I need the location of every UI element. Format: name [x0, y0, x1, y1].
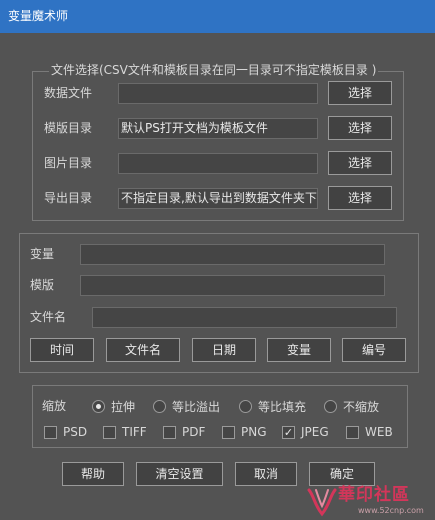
checkbox-icon [103, 425, 116, 439]
format-checkbox-tiff[interactable]: TIFF [103, 423, 147, 441]
scale-option-none[interactable]: 不缩放 [324, 397, 379, 415]
scale-option-fit[interactable]: 等比填充 [239, 397, 306, 415]
checkbox-icon [222, 425, 235, 439]
watermark-title: 華印社區 [338, 485, 410, 505]
variable-input[interactable] [80, 244, 385, 265]
format-checkbox-web[interactable]: WEB [346, 423, 393, 441]
image-dir-input[interactable] [118, 153, 318, 174]
data-file-select-button[interactable]: 选择 [328, 81, 392, 105]
data-file-label: 数据文件 [44, 86, 93, 100]
template-input[interactable] [80, 275, 385, 296]
checkbox-icon [44, 425, 57, 439]
ok-button[interactable]: 确定 [309, 462, 375, 486]
checkbox-checked-icon [282, 425, 295, 439]
format-label: PDF [182, 425, 206, 439]
checkbox-icon [346, 425, 359, 439]
watermark-url: www.52cnp.com [358, 506, 424, 515]
export-dir-select-button[interactable]: 选择 [328, 186, 392, 210]
format-checkbox-jpeg[interactable]: JPEG [282, 423, 329, 441]
template-dir-select-button[interactable]: 选择 [328, 116, 392, 140]
format-checkbox-pdf[interactable]: PDF [163, 423, 205, 441]
radio-selected-icon [92, 399, 105, 413]
scale-option-label: 不缩放 [343, 399, 380, 414]
export-dir-input[interactable]: 不指定目录,默认导出到数据文件夹下 [118, 188, 318, 209]
export-dir-label: 导出目录 [44, 191, 93, 205]
radio-icon [324, 399, 337, 413]
data-file-input[interactable] [118, 83, 318, 104]
variable-label: 变量 [30, 247, 55, 261]
clear-settings-button[interactable]: 清空设置 [136, 462, 223, 486]
radio-icon [239, 399, 252, 413]
watermark-logo-icon [307, 488, 337, 517]
cancel-button[interactable]: 取消 [235, 462, 297, 486]
format-checkbox-psd[interactable]: PSD [44, 423, 87, 441]
template-label: 模版 [30, 278, 55, 292]
image-dir-select-button[interactable]: 选择 [328, 151, 392, 175]
format-label: WEB [365, 425, 393, 439]
insert-variable-button[interactable]: 变量 [267, 338, 331, 362]
scale-option-stretch[interactable]: 拉伸 [92, 397, 135, 415]
file-selection-legend: 文件选择(CSV文件和模板目录在同一目录可不指定模板目录 ) [49, 63, 379, 77]
insert-time-button[interactable]: 时间 [30, 338, 94, 362]
scale-option-label: 拉伸 [111, 399, 136, 414]
format-label: TIFF [122, 425, 147, 439]
insert-date-button[interactable]: 日期 [192, 338, 256, 362]
scale-option-label: 等比溢出 [172, 399, 221, 414]
help-button[interactable]: 帮助 [62, 462, 124, 486]
image-dir-label: 图片目录 [44, 156, 93, 170]
format-label: PNG [241, 425, 267, 439]
scale-option-fill-overflow[interactable]: 等比溢出 [153, 397, 220, 415]
scale-option-label: 等比填充 [258, 399, 307, 414]
insert-number-button[interactable]: 编号 [342, 338, 406, 362]
insert-filename-button[interactable]: 文件名 [106, 338, 180, 362]
format-checkbox-png[interactable]: PNG [222, 423, 267, 441]
site-watermark: 華印社區 www.52cnp.com [304, 484, 435, 520]
window-title: 变量魔术师 [8, 9, 69, 23]
format-label: PSD [63, 425, 88, 439]
template-dir-label: 模版目录 [44, 121, 93, 135]
filename-label: 文件名 [30, 310, 67, 324]
window-titlebar: 变量魔术师 [0, 0, 435, 33]
filename-input[interactable] [92, 307, 397, 328]
checkbox-icon [163, 425, 176, 439]
format-label: JPEG [301, 425, 329, 439]
scale-label: 缩放 [42, 399, 67, 413]
template-dir-input[interactable]: 默认PS打开文档为模板文件 [118, 118, 318, 139]
radio-icon [153, 399, 166, 413]
